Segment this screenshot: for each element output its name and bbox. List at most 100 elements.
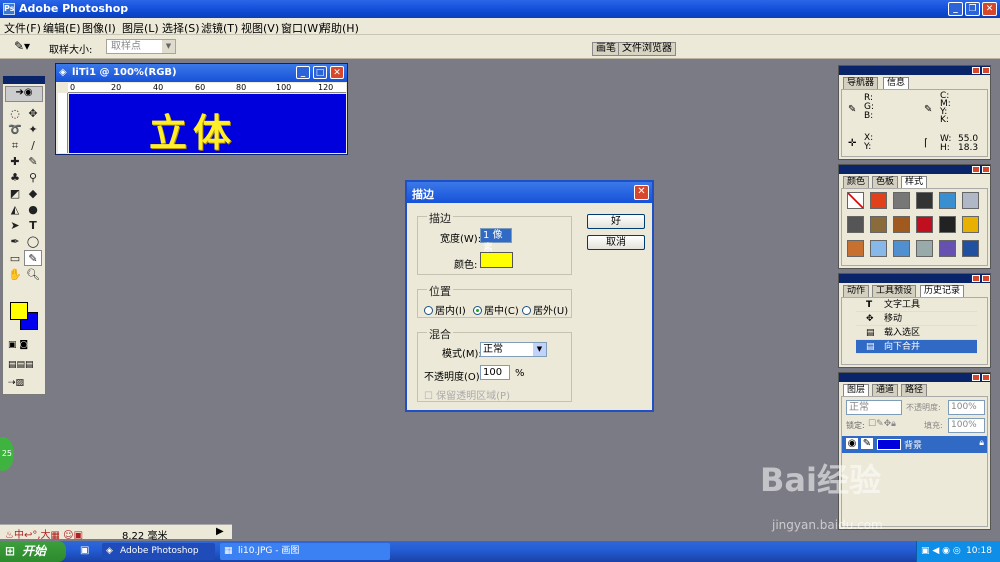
doc-close-button[interactable]: ✕ bbox=[330, 66, 344, 79]
marquee-icon[interactable]: ◌ bbox=[6, 106, 24, 122]
mode-select[interactable]: 正常 ▼ bbox=[480, 342, 547, 357]
history-brush-icon[interactable]: ⚲ bbox=[24, 170, 42, 186]
history-item-load-selection[interactable]: ▤ 载入选区 bbox=[856, 326, 977, 340]
jump-to-imageready-icon[interactable]: ⇢▨ bbox=[8, 378, 40, 390]
status-arrow-icon[interactable]: ▶ bbox=[216, 526, 224, 537]
layer-row-background[interactable]: ◉ ✎ 背景 🔒︎ bbox=[842, 436, 987, 453]
zoom-icon[interactable]: 🔍︎ bbox=[24, 267, 42, 283]
close-button[interactable]: ✕ bbox=[982, 2, 997, 16]
minimize-button[interactable]: _ bbox=[948, 2, 963, 16]
menu-filter[interactable]: 滤镜(T) bbox=[201, 20, 238, 36]
fill-input[interactable]: 100% bbox=[948, 418, 985, 433]
eyedropper-tool-icon[interactable]: ✎ bbox=[24, 250, 42, 266]
style-swatch[interactable] bbox=[962, 240, 979, 257]
history-item-type[interactable]: T 文字工具 bbox=[856, 298, 977, 312]
tab-color[interactable]: 颜色 bbox=[843, 176, 870, 188]
doc-minimize-button[interactable]: _ bbox=[296, 66, 310, 79]
tab-swatches[interactable]: 色板 bbox=[872, 176, 899, 188]
style-swatch[interactable] bbox=[893, 192, 910, 209]
style-swatch[interactable] bbox=[916, 216, 933, 233]
bucket-icon[interactable]: ◆ bbox=[24, 186, 42, 202]
tab-tool-presets[interactable]: 工具预设 bbox=[872, 285, 917, 297]
style-swatch[interactable] bbox=[962, 192, 979, 209]
stamp-icon[interactable]: ♣ bbox=[6, 170, 24, 186]
move-icon[interactable]: ✥ bbox=[24, 106, 42, 122]
style-swatch[interactable] bbox=[939, 216, 956, 233]
style-swatch[interactable] bbox=[870, 216, 887, 233]
dialog-close-button[interactable]: ✕ bbox=[634, 185, 649, 200]
ime-icons[interactable]: ♨中↩°,大▦ ☺▣ bbox=[5, 526, 83, 541]
blend-mode-select[interactable]: 正常 bbox=[846, 400, 902, 415]
brush-icon[interactable]: ✎ bbox=[24, 154, 42, 170]
menu-layer[interactable]: 图层(L) bbox=[122, 20, 159, 36]
position-center-radio[interactable]: 居中(C) bbox=[473, 302, 519, 317]
type-icon[interactable]: T bbox=[24, 218, 42, 234]
width-input[interactable]: 1 像素 bbox=[480, 228, 512, 254]
opacity-input[interactable]: 100 bbox=[480, 365, 510, 380]
path-select-icon[interactable]: ➤ bbox=[6, 218, 24, 234]
position-inside-radio[interactable]: 居内(I) bbox=[424, 302, 466, 317]
hand-icon[interactable]: ✋ bbox=[6, 267, 24, 283]
style-swatch[interactable] bbox=[939, 240, 956, 257]
eyedropper-icon[interactable]: ✎▾ bbox=[14, 39, 30, 55]
panel-close-button[interactable] bbox=[982, 67, 990, 74]
tab-channels[interactable]: 通道 bbox=[872, 384, 899, 396]
tab-styles[interactable]: 样式 bbox=[901, 176, 928, 188]
pen-icon[interactable]: ✒ bbox=[6, 234, 24, 250]
task-photoshop[interactable]: ◈ Adobe Photoshop bbox=[102, 543, 215, 560]
adobe-online-icon[interactable]: ➔◉ bbox=[5, 86, 43, 102]
tab-navigator[interactable]: 导航器 bbox=[843, 77, 879, 89]
foreground-color-swatch[interactable] bbox=[10, 302, 28, 320]
lasso-icon[interactable]: ➰ bbox=[6, 122, 24, 138]
tab-actions[interactable]: 动作 bbox=[843, 285, 870, 297]
menu-file[interactable]: 文件(F) bbox=[4, 20, 41, 36]
tab-brushes[interactable]: 画笔 bbox=[592, 42, 620, 56]
style-swatch[interactable] bbox=[847, 216, 864, 233]
menu-window[interactable]: 窗口(W) bbox=[281, 20, 322, 36]
ok-button[interactable]: 好 bbox=[587, 214, 645, 229]
image-canvas[interactable]: 立体 bbox=[69, 94, 346, 155]
cancel-button[interactable]: 取消 bbox=[587, 235, 645, 250]
tab-info[interactable]: 信息 bbox=[883, 77, 910, 89]
menu-select[interactable]: 选择(S) bbox=[162, 20, 200, 36]
style-swatch[interactable] bbox=[962, 216, 979, 233]
dodge-icon[interactable]: ● bbox=[24, 202, 42, 218]
tab-layers[interactable]: 图层 bbox=[843, 384, 870, 396]
style-swatch[interactable] bbox=[870, 240, 887, 257]
tab-history[interactable]: 历史记录 bbox=[920, 285, 965, 297]
tray-icons[interactable]: ▣ ◀ ◉ ◎ bbox=[921, 541, 961, 562]
style-swatch[interactable] bbox=[870, 192, 887, 209]
style-swatch[interactable] bbox=[939, 192, 956, 209]
blur-icon[interactable]: ◭ bbox=[6, 202, 24, 218]
stroke-color-swatch[interactable] bbox=[480, 252, 513, 268]
crop-icon[interactable]: ⌗ bbox=[6, 138, 24, 154]
menu-view[interactable]: 视图(V) bbox=[241, 20, 279, 36]
notes-icon[interactable]: ▭ bbox=[6, 251, 24, 267]
task-paint[interactable]: ▦ li10.JPG - 画图 bbox=[220, 543, 390, 560]
magic-wand-icon[interactable]: ✦ bbox=[24, 122, 42, 138]
tab-paths[interactable]: 路径 bbox=[901, 384, 928, 396]
layer-opacity-input[interactable]: 100% bbox=[948, 400, 985, 415]
screen-mode-icon[interactable]: ▤▤▤ bbox=[8, 360, 40, 372]
floating-badge[interactable]: 25 bbox=[0, 437, 14, 471]
slice-icon[interactable]: ∕ bbox=[24, 138, 42, 154]
style-swatch[interactable] bbox=[916, 192, 933, 209]
lock-icons[interactable]: ☐✎✥🔒︎ bbox=[868, 419, 896, 429]
eraser-icon[interactable]: ◩ bbox=[6, 186, 24, 202]
eye-icon[interactable]: ◉ bbox=[846, 438, 858, 449]
menu-image[interactable]: 图像(I) bbox=[82, 20, 116, 36]
sample-size-select[interactable]: 取样点 ▼ bbox=[106, 39, 176, 54]
menu-edit[interactable]: 编辑(E) bbox=[43, 20, 81, 36]
panel-minimize-button[interactable] bbox=[972, 67, 980, 74]
history-item-move[interactable]: ✥ 移动 bbox=[856, 312, 977, 326]
style-swatch[interactable] bbox=[893, 240, 910, 257]
healing-icon[interactable]: ✚ bbox=[6, 154, 24, 170]
style-swatch[interactable] bbox=[916, 240, 933, 257]
quick-mask-icon[interactable]: ▣ ◙ bbox=[8, 340, 40, 352]
preserve-transparency-checkbox[interactable]: ☐ 保留透明区域(P) bbox=[424, 387, 510, 402]
restore-button[interactable]: ❐ bbox=[965, 2, 980, 16]
tab-file-browser[interactable]: 文件浏览器 bbox=[618, 42, 676, 56]
position-outside-radio[interactable]: 居外(U) bbox=[522, 302, 568, 317]
menu-help[interactable]: 帮助(H) bbox=[320, 20, 359, 36]
quicklaunch-icon[interactable]: ▣ bbox=[80, 545, 89, 556]
